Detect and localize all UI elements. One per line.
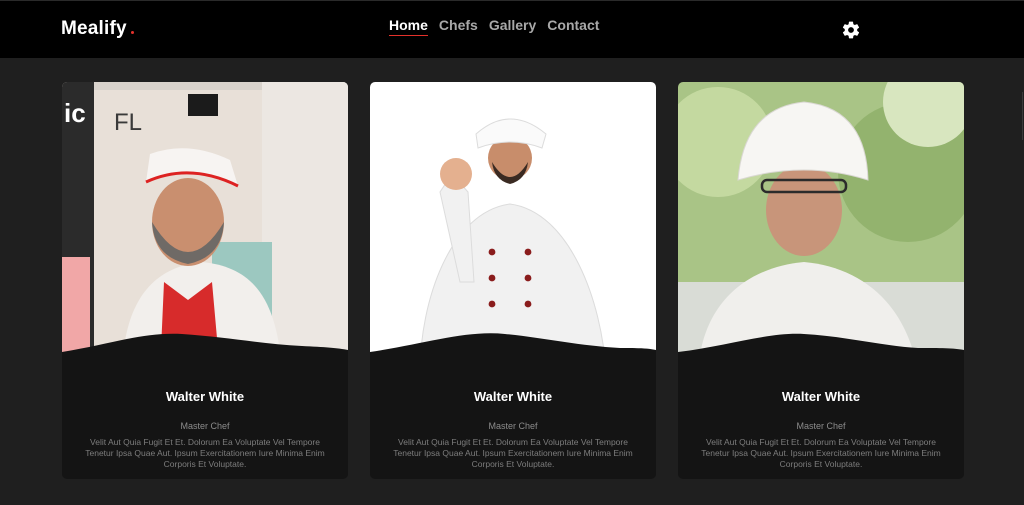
nav-home[interactable]: Home — [389, 17, 428, 36]
chef-description: Velit Aut Quia Fugit Et Et. Dolorum Ea V… — [393, 437, 633, 469]
chef-photo: ic FL — [62, 82, 348, 372]
chef-card: ic FL Walter White Master Chef Velit Aut… — [62, 82, 348, 479]
gear-icon[interactable] — [841, 20, 861, 40]
chef-photo — [678, 82, 964, 372]
scroll-edge — [1022, 92, 1023, 140]
chef-role: Master Chef — [488, 421, 538, 431]
chef-name: Walter White — [781, 389, 861, 404]
chef-description: Velit Aut Quia Fugit Et Et. Dolorum Ea V… — [85, 437, 325, 469]
svg-text:ic: ic — [64, 98, 86, 128]
chef-role: Master Chef — [796, 421, 846, 431]
nav-contact[interactable]: Contact — [547, 17, 599, 36]
main-nav: Home Chefs Gallery Contact — [389, 17, 599, 36]
chef-card: Walter White Master Chef Velit Aut Quia … — [370, 82, 656, 479]
top-navbar: Mealify Home Chefs Gallery Contact — [0, 0, 1024, 58]
brand-logo[interactable]: Mealify — [61, 18, 127, 40]
chef-photo — [370, 82, 656, 372]
svg-text:FL: FL — [114, 109, 142, 136]
chef-card: Walter White Master Chef Velit Aut Quia … — [678, 82, 964, 479]
chef-role: Master Chef — [180, 421, 230, 431]
nav-chefs[interactable]: Chefs — [439, 17, 478, 36]
chef-name: Walter White — [165, 389, 245, 404]
chef-name: Walter White — [473, 389, 553, 404]
nav-gallery[interactable]: Gallery — [489, 17, 536, 36]
chef-description: Velit Aut Quia Fugit Et Et. Dolorum Ea V… — [701, 437, 941, 469]
brand-dot — [131, 31, 134, 34]
